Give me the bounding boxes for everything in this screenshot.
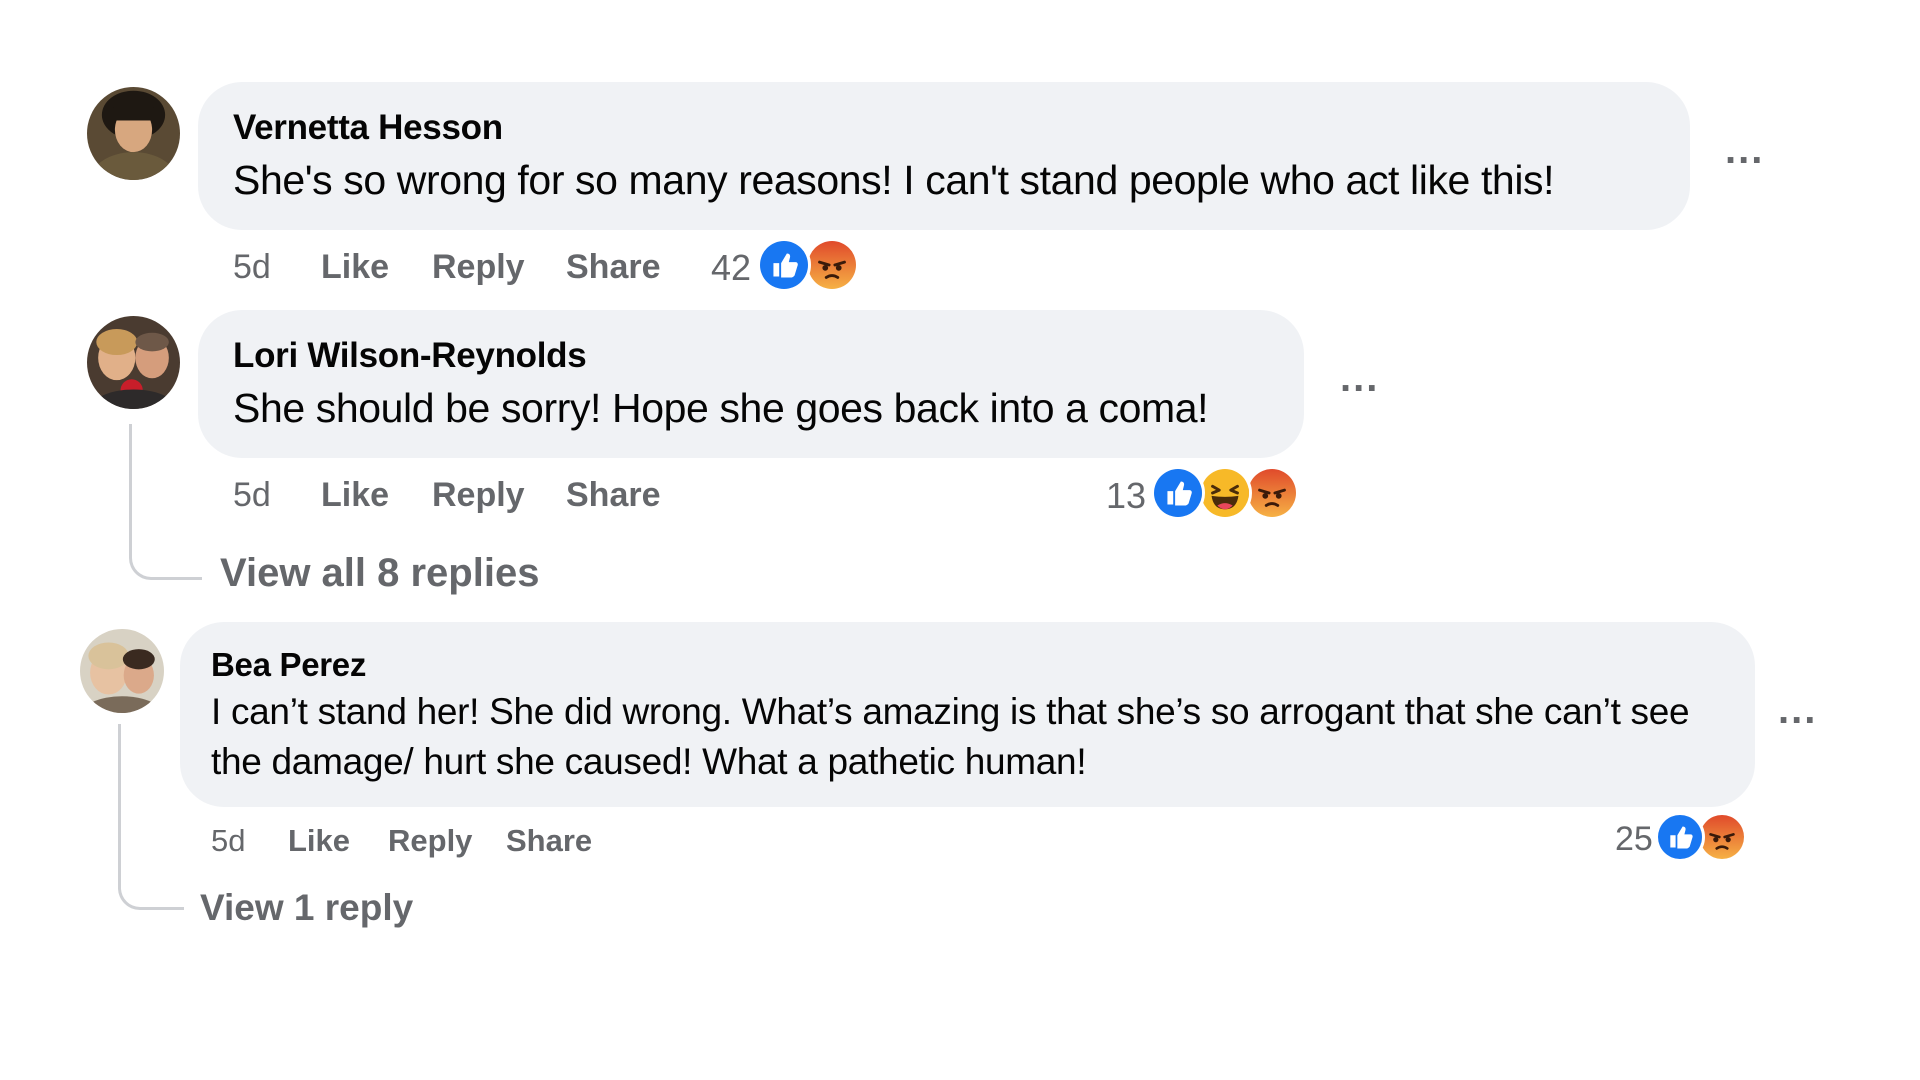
reaction-count[interactable]: 13 (1106, 475, 1146, 517)
comment-timestamp[interactable]: 5d (233, 476, 271, 515)
comment-text: She should be sorry! Hope she goes back … (233, 385, 1209, 431)
comment-author[interactable]: Bea Perez (211, 646, 366, 684)
thread-connector (129, 424, 202, 580)
comment-text: She's so wrong for so many reasons! I ca… (233, 157, 1555, 203)
reply-button[interactable]: Reply (432, 248, 525, 287)
comment-timestamp[interactable]: 5d (233, 248, 271, 287)
avatar[interactable] (80, 629, 164, 713)
haha-icon[interactable] (1198, 466, 1252, 520)
angry-icon[interactable] (1245, 466, 1299, 520)
share-button[interactable]: Share (566, 476, 661, 515)
avatar-photo (87, 87, 180, 180)
avatar[interactable] (87, 316, 180, 409)
reply-button[interactable]: Reply (432, 476, 525, 515)
comment-text: I can’t stand her! She did wrong. What’s… (211, 691, 1690, 782)
like-icon[interactable] (1655, 812, 1705, 862)
more-options-button[interactable]: ... (1340, 358, 1379, 398)
avatar[interactable] (87, 87, 180, 180)
reaction-count[interactable]: 25 (1615, 820, 1653, 859)
angry-icon[interactable] (805, 238, 859, 292)
like-button[interactable]: Like (288, 823, 350, 859)
more-options-button[interactable]: ... (1725, 130, 1764, 170)
like-icon[interactable] (1151, 466, 1205, 520)
reaction-count[interactable]: 42 (711, 247, 751, 289)
thread-connector (118, 724, 184, 910)
comment-author[interactable]: Vernetta Hesson (233, 108, 503, 148)
avatar-photo (80, 629, 164, 713)
avatar-photo (87, 316, 180, 409)
more-options-button[interactable]: ... (1778, 690, 1817, 730)
like-button[interactable]: Like (321, 476, 389, 515)
comment-author[interactable]: Lori Wilson-Reynolds (233, 336, 587, 376)
view-replies-link[interactable]: View 1 reply (200, 887, 413, 929)
view-replies-link[interactable]: View all 8 replies (220, 551, 539, 596)
like-icon[interactable] (757, 238, 811, 292)
share-button[interactable]: Share (566, 248, 661, 287)
share-button[interactable]: Share (506, 823, 592, 859)
like-button[interactable]: Like (321, 248, 389, 287)
reply-button[interactable]: Reply (388, 823, 472, 859)
comment-timestamp[interactable]: 5d (211, 823, 245, 859)
